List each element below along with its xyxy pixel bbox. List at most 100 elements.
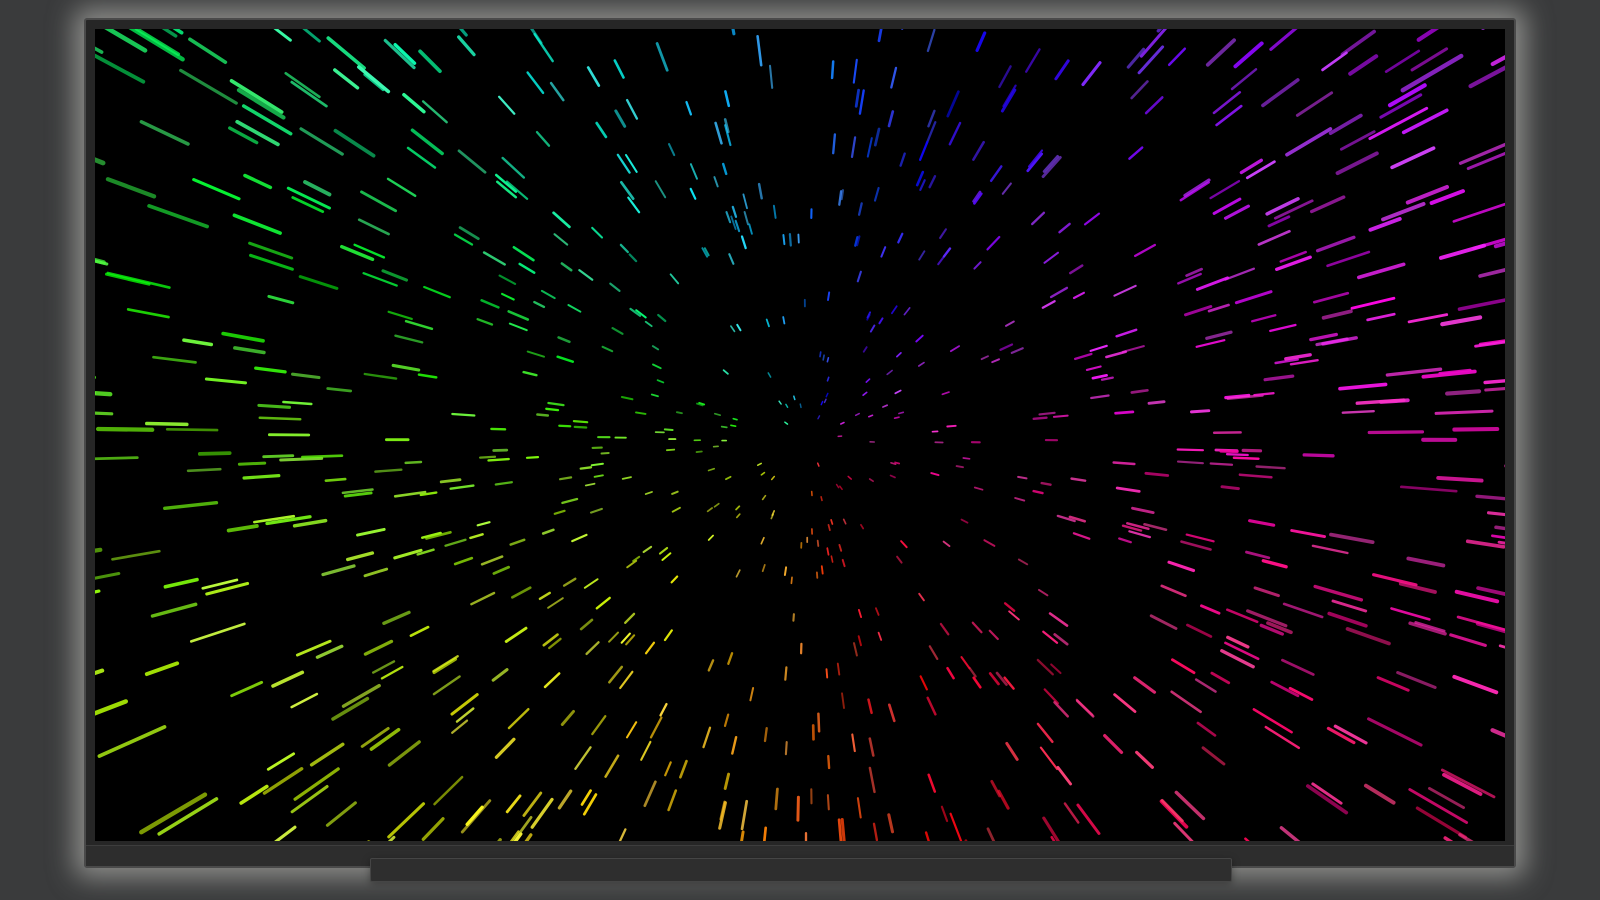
star-streak bbox=[273, 29, 292, 42]
star-streak bbox=[793, 395, 796, 401]
star-streak bbox=[1454, 589, 1500, 604]
star-streak bbox=[1261, 78, 1300, 108]
star-streak bbox=[975, 31, 987, 52]
star-streak bbox=[1390, 146, 1436, 170]
star-streak bbox=[1043, 251, 1060, 264]
star-streak bbox=[675, 411, 683, 415]
star-streak bbox=[538, 591, 551, 601]
star-streak bbox=[816, 539, 820, 547]
star-streak bbox=[333, 68, 360, 90]
star-streak bbox=[619, 670, 634, 690]
star-streak bbox=[702, 726, 712, 749]
star-streak bbox=[728, 253, 735, 265]
star-streak bbox=[856, 270, 862, 283]
star-streak bbox=[504, 626, 528, 643]
star-streak bbox=[820, 400, 824, 406]
star-streak bbox=[640, 740, 652, 761]
star-streak bbox=[1173, 821, 1194, 841]
star-streak bbox=[1083, 212, 1101, 226]
star-streak bbox=[325, 801, 357, 827]
star-streak bbox=[720, 425, 728, 429]
star-streak bbox=[827, 291, 831, 301]
star-streak bbox=[421, 100, 448, 124]
star-streak bbox=[432, 657, 458, 675]
star-streak bbox=[505, 794, 522, 814]
star-streak bbox=[946, 424, 957, 428]
star-streak bbox=[735, 569, 741, 578]
star-streak bbox=[383, 38, 416, 70]
star-streak bbox=[949, 812, 963, 841]
star-streak bbox=[204, 377, 247, 385]
star-streak bbox=[507, 707, 530, 730]
star-streak bbox=[291, 196, 325, 214]
star-streak bbox=[1113, 284, 1137, 297]
star-streak bbox=[593, 474, 604, 478]
star-streak bbox=[973, 261, 982, 270]
star-streak bbox=[730, 325, 736, 333]
star-streak bbox=[900, 540, 908, 549]
star-streak bbox=[535, 130, 551, 147]
star-streak bbox=[423, 285, 451, 299]
star-streak bbox=[671, 506, 681, 513]
star-streak bbox=[1010, 347, 1024, 354]
star-streak bbox=[998, 65, 1012, 89]
star-streak bbox=[560, 262, 573, 272]
star-streak bbox=[1063, 802, 1080, 824]
star-streak bbox=[830, 60, 835, 80]
star-streak bbox=[608, 665, 624, 684]
star-streak bbox=[585, 641, 600, 656]
star-streak bbox=[991, 358, 1000, 364]
star-streak bbox=[685, 100, 693, 116]
star-streak bbox=[1284, 353, 1312, 361]
star-streak bbox=[1399, 485, 1458, 493]
star-streak bbox=[591, 226, 604, 239]
star-streak bbox=[1004, 320, 1015, 327]
star-streak bbox=[1257, 229, 1291, 246]
star-streak bbox=[95, 456, 139, 461]
star-streak bbox=[1458, 142, 1505, 165]
star-streak bbox=[713, 502, 720, 508]
star-streak bbox=[363, 372, 398, 380]
star-streak bbox=[1416, 29, 1440, 42]
star-streak bbox=[1130, 388, 1149, 394]
star-streak bbox=[1205, 38, 1236, 67]
star-streak bbox=[1128, 530, 1152, 539]
star-streak bbox=[417, 373, 438, 379]
star-streak bbox=[301, 454, 344, 459]
star-streak bbox=[95, 390, 113, 397]
star-streak bbox=[867, 414, 874, 418]
star-streak bbox=[999, 343, 1014, 351]
star-streak bbox=[865, 378, 871, 383]
star-streak bbox=[1000, 88, 1017, 113]
star-streak bbox=[460, 799, 492, 834]
star-streak bbox=[386, 177, 417, 198]
star-streak bbox=[785, 403, 789, 409]
star-streak bbox=[1205, 330, 1233, 340]
star-streak bbox=[1381, 201, 1426, 222]
star-streak bbox=[580, 789, 592, 806]
star-streak bbox=[609, 282, 621, 292]
star-streak bbox=[1072, 291, 1085, 300]
star-streak bbox=[840, 421, 845, 425]
star-streak bbox=[770, 475, 776, 481]
star-streak bbox=[1200, 604, 1221, 615]
star-streak bbox=[972, 676, 982, 689]
star-streak bbox=[986, 827, 996, 841]
star-streak bbox=[918, 250, 926, 261]
star-streak bbox=[547, 597, 564, 609]
star-streak bbox=[723, 772, 731, 790]
star-streak bbox=[1048, 612, 1069, 627]
star-streak bbox=[763, 727, 768, 743]
star-streak bbox=[406, 146, 437, 169]
star-streak bbox=[163, 577, 199, 589]
star-streak bbox=[942, 247, 952, 258]
star-streak bbox=[1396, 671, 1437, 689]
star-streak bbox=[820, 565, 824, 575]
star-streak bbox=[387, 835, 396, 841]
star-streak bbox=[896, 352, 902, 358]
star-streak bbox=[915, 170, 925, 187]
star-streak bbox=[188, 37, 228, 64]
star-streak bbox=[105, 177, 157, 199]
star-streak bbox=[894, 461, 901, 465]
star-streak bbox=[1130, 80, 1149, 100]
